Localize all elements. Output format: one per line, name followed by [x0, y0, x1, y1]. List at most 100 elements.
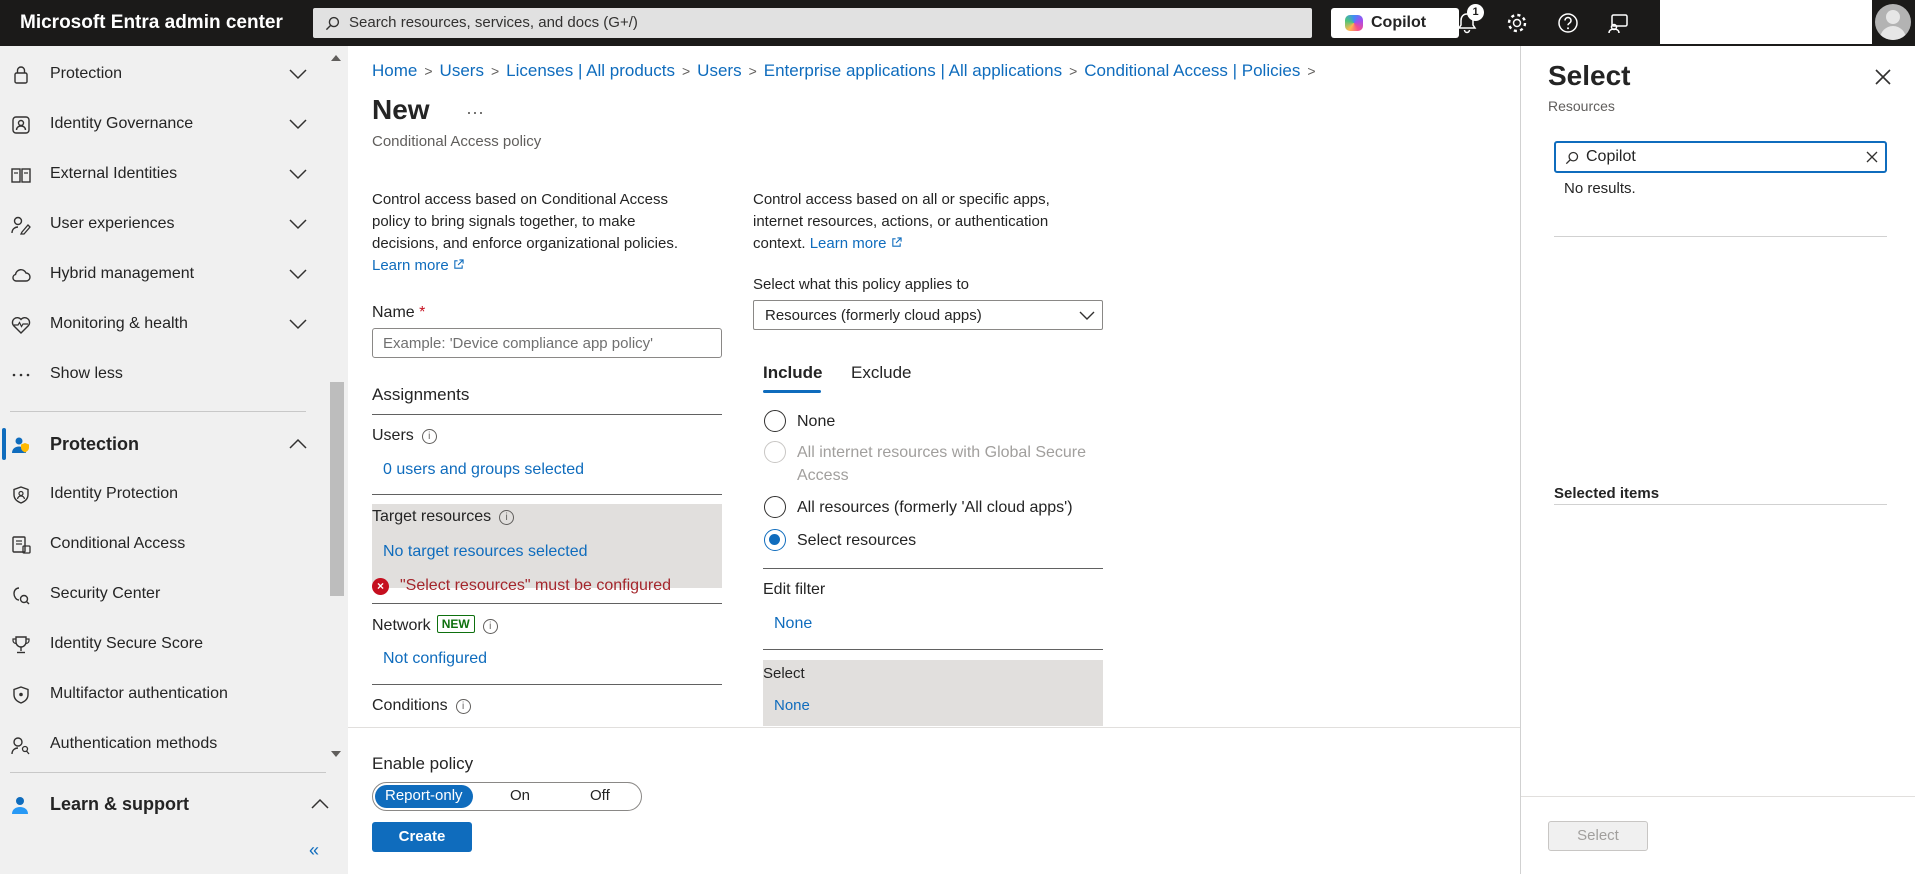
sidebar-item-label: Identity Governance	[50, 115, 194, 132]
divider	[372, 494, 722, 495]
close-icon[interactable]	[1874, 68, 1892, 86]
radio-none[interactable]	[764, 410, 786, 432]
page-title: New	[372, 94, 430, 125]
sidebar-item-multifactor-authentication[interactable]: Multifactor authentication	[0, 674, 325, 714]
sidebar-item-identity-secure-score[interactable]: Identity Secure Score	[0, 624, 325, 664]
policy-name-input[interactable]: Example: 'Device compliance app policy'	[372, 328, 722, 358]
sidebar-item-label: External Identities	[50, 165, 178, 182]
sidebar-scroll-thumb[interactable]	[330, 382, 344, 596]
app-title[interactable]: Microsoft Entra admin center	[20, 12, 283, 34]
global-search-input[interactable]: Search resources, services, and docs (G+…	[313, 8, 1312, 38]
assignments-heading: Assignments	[372, 385, 470, 404]
breadcrumb-users[interactable]: Users	[440, 61, 484, 80]
sidebar-item-label: Identity Protection	[50, 485, 179, 502]
scroll-up-icon[interactable]	[331, 54, 341, 62]
avatar[interactable]	[1875, 4, 1911, 40]
required-marker: *	[419, 304, 426, 321]
sidebar-item-label: Identity Secure Score	[50, 635, 203, 652]
select-section[interactable]	[763, 660, 1103, 726]
breadcrumb-conditional-access-policies[interactable]: Conditional Access | Policies	[1084, 61, 1300, 80]
radio-select-resources[interactable]	[764, 529, 786, 551]
copilot-button[interactable]: Copilot	[1331, 8, 1459, 38]
target-resources-label: Target resources i	[372, 508, 515, 526]
gear-icon[interactable]	[1504, 10, 1530, 36]
sidebar-item-monitoring-health[interactable]: Monitoring & health	[0, 304, 325, 344]
sidebar-item-identity-governance[interactable]: Identity Governance	[0, 104, 325, 144]
right-learn-more-link[interactable]: Learn more	[810, 235, 902, 252]
feedback-icon[interactable]	[1605, 10, 1631, 36]
info-icon[interactable]: i	[421, 429, 437, 444]
resources-search-input[interactable]: Copilot	[1554, 141, 1887, 173]
panel-footer-divider	[1521, 796, 1915, 797]
radio-all-resources[interactable]	[764, 496, 786, 518]
radio-none-label: None	[797, 413, 836, 430]
select-resources-link[interactable]: None	[774, 697, 810, 714]
left-learn-more-link[interactable]: Learn more	[372, 257, 464, 274]
scroll-down-icon[interactable]	[331, 750, 341, 758]
more-options-button[interactable]: ···	[466, 102, 484, 123]
target-resources-error: × "Select resources" must be configured	[372, 577, 671, 595]
target-resources-link[interactable]: No target resources selected	[383, 543, 588, 561]
account-info[interactable]	[1660, 0, 1872, 44]
tab-exclude[interactable]: Exclude	[851, 363, 911, 383]
sidebar-item-show-less[interactable]: Show less	[0, 354, 325, 394]
error-message: "Select resources" must be configured	[400, 577, 672, 594]
create-button[interactable]: Create	[372, 822, 472, 852]
breadcrumb-users-2[interactable]: Users	[697, 61, 741, 80]
right-intro: Control access based on all or specific …	[753, 191, 1050, 252]
users-selection-link[interactable]: 0 users and groups selected	[383, 461, 584, 479]
edit-filter-link[interactable]: None	[774, 615, 812, 633]
sidebar-item-hybrid-management[interactable]: Hybrid management	[0, 254, 325, 294]
selected-items-heading: Selected items	[1554, 485, 1660, 502]
sidebar-item-identity-protection[interactable]: Identity Protection	[0, 474, 325, 514]
sidebar-item-conditional-access[interactable]: Conditional Access	[0, 524, 325, 564]
network-label: Network NEW i	[372, 615, 498, 635]
chevron-down-icon	[289, 169, 307, 180]
sidebar-section-label: Learn & support	[50, 794, 190, 814]
toggle-report-only[interactable]: Report-only	[375, 785, 473, 808]
sidebar-section-learn-support[interactable]: Learn & support	[0, 784, 348, 824]
breadcrumb-home[interactable]: Home	[372, 61, 417, 80]
key-person-icon	[11, 737, 30, 755]
panel-select-button[interactable]: Select	[1548, 821, 1648, 851]
radio-all-internet-resources-label: All internet resources with Global Secur…	[797, 444, 1087, 484]
sidebar-item-external-identities[interactable]: External Identities	[0, 154, 325, 194]
policy-name-placeholder: Example: 'Device compliance app policy'	[383, 335, 654, 352]
sidebar-item-label: Show less	[50, 365, 123, 382]
applies-to-label: Select what this policy applies to	[753, 276, 969, 293]
ellipsis-icon	[12, 373, 30, 377]
radio-all-resources-label: All resources (formerly 'All cloud apps'…	[797, 499, 1073, 516]
search-icon	[1565, 151, 1579, 165]
external-identities-icon	[11, 168, 31, 183]
tab-include[interactable]: Include	[763, 363, 823, 383]
divider	[372, 414, 722, 415]
shield-icon	[13, 486, 29, 504]
clear-search-icon[interactable]	[1866, 151, 1878, 163]
collapse-sidebar-button[interactable]: «	[309, 840, 319, 861]
divider	[372, 684, 722, 685]
sidebar-item-label: Authentication methods	[50, 735, 218, 752]
external-link-icon	[891, 237, 902, 247]
sidebar-item-security-center[interactable]: Security Center	[0, 574, 325, 614]
info-icon[interactable]: i	[455, 699, 471, 714]
applies-to-dropdown[interactable]: Resources (formerly cloud apps)	[753, 300, 1103, 330]
info-icon[interactable]: i	[482, 619, 498, 634]
identity-governance-icon	[12, 116, 30, 134]
network-link[interactable]: Not configured	[383, 650, 487, 668]
toggle-off[interactable]: Off	[590, 787, 610, 804]
breadcrumb-licenses[interactable]: Licenses | All products	[506, 61, 675, 80]
applies-to-value: Resources (formerly cloud apps)	[765, 307, 982, 324]
edit-filter-label: Edit filter	[763, 581, 826, 598]
help-icon[interactable]	[1555, 10, 1581, 36]
sidebar-item-label: Protection	[50, 65, 123, 82]
sidebar-item-protection-top[interactable]: Protection	[0, 54, 325, 94]
info-icon[interactable]: i	[499, 510, 515, 525]
sidebar-item-authentication-methods[interactable]: Authentication methods	[0, 724, 325, 764]
toggle-on[interactable]: On	[510, 787, 530, 804]
sidebar-section-protection[interactable]: Protection	[0, 424, 325, 464]
breadcrumb-enterprise-applications[interactable]: Enterprise applications | All applicatio…	[764, 61, 1062, 80]
sidebar-item-user-experiences[interactable]: User experiences	[0, 204, 325, 244]
tab-include-indicator	[763, 390, 821, 393]
sidebar-item-label: Hybrid management	[50, 265, 195, 282]
chevron-down-icon	[289, 69, 307, 80]
